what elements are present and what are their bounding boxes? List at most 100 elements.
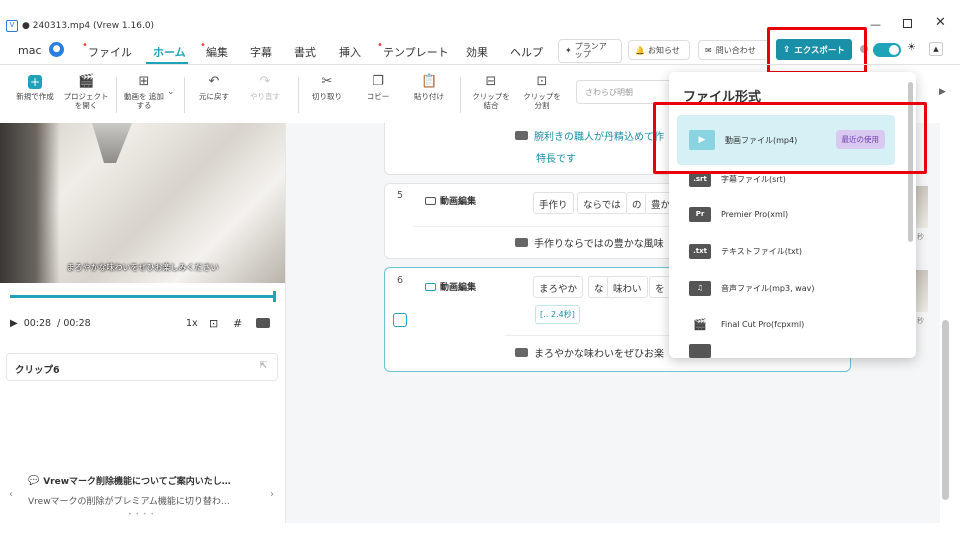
tab-subtitles[interactable]: 字幕: [250, 44, 272, 60]
close-icon[interactable]: ✕: [935, 15, 946, 30]
announcement-title: Vrewマーク削除機能についてご案内いたし…: [43, 477, 231, 487]
split-clip-button[interactable]: ⊡ クリップを 分割: [519, 74, 565, 111]
export-txt-item[interactable]: .txt テキストファイル(txt): [677, 236, 895, 266]
music-note-icon: ♫: [689, 280, 711, 296]
subtitle-line[interactable]: 腕利きの職人が丹精込めて作: [515, 128, 664, 143]
clip-select-checkbox[interactable]: [393, 313, 407, 327]
word-chip[interactable]: ならでは: [577, 192, 627, 214]
clip-panel-title: クリップ6: [15, 365, 60, 376]
txt-file-icon: .txt: [689, 243, 711, 259]
app-logo-icon: V: [6, 20, 18, 32]
undo-icon: ↶: [208, 74, 220, 89]
upgrade-icon: ✦: [565, 46, 572, 55]
progress-handle[interactable]: [273, 291, 276, 302]
redo-icon: ↷: [259, 74, 271, 89]
toolbar-next-icon[interactable]: ▶: [939, 87, 946, 97]
thumbnail-time: 秒: [917, 317, 924, 325]
word-chip[interactable]: を: [649, 276, 671, 298]
split-icon: ⊡: [536, 74, 548, 89]
external-link-icon[interactable]: ⇱: [259, 361, 267, 371]
copy-icon: ❐: [372, 74, 384, 89]
play-icon[interactable]: ▶: [10, 318, 18, 329]
maximize-icon[interactable]: [903, 19, 912, 28]
clapper-icon: 🎬: [689, 316, 711, 332]
announcement-body: Vrewマークの削除がプレミアム機能に切り替わ…: [28, 497, 230, 507]
clip-panel[interactable]: クリップ6 ⇱: [6, 353, 278, 381]
tab-effects[interactable]: 効果: [466, 44, 488, 60]
tab-file[interactable]: • ファイル: [82, 40, 132, 60]
video-preview[interactable]: まろやかな味わいをぜひお楽しみください: [0, 123, 285, 283]
chevron-down-icon[interactable]: ⌄: [167, 87, 175, 97]
add-video-icon: ⊞: [138, 74, 150, 89]
minimize-icon[interactable]: —: [870, 18, 881, 31]
clapper-icon: 🎬: [78, 74, 95, 89]
subtitle-line[interactable]: 手作りならではの豊かな風味: [515, 235, 664, 250]
font-search-input[interactable]: さわらび明朝: [576, 80, 676, 104]
unsaved-dot-icon: •: [200, 40, 206, 51]
caption-icon[interactable]: [256, 318, 270, 328]
tab-template[interactable]: • テンプレート: [377, 40, 449, 60]
pause-chip[interactable]: [‥ 2.4秒]: [535, 305, 580, 324]
subtitle-line[interactable]: まろやかな味わいをぜひお楽: [515, 345, 664, 360]
clip-number: 6: [397, 275, 404, 286]
announcement[interactable]: 💬 Vrewマーク削除機能についてご案内いたし… Vrewマークの削除がプレミアム…: [28, 474, 268, 508]
open-project-button[interactable]: 🎬 プロジェクト を開く: [62, 74, 110, 111]
unsaved-dot-icon: •: [82, 40, 88, 51]
plan-upgrade-button[interactable]: ✦ プランア ップ: [558, 39, 622, 63]
tab-home[interactable]: ホーム: [153, 44, 186, 60]
undo-button[interactable]: ↶ 元に戻す: [193, 74, 235, 102]
chat-bubble-icon: 💬: [28, 475, 40, 486]
grid-icon[interactable]: #: [233, 317, 242, 330]
tab-insert[interactable]: 挿入: [339, 44, 361, 60]
word-chip[interactable]: 手作り: [533, 192, 574, 214]
paste-button[interactable]: 📋 貼り付け: [408, 74, 450, 102]
export-premiere-item[interactable]: Pr Premier Pro(xml): [677, 199, 895, 229]
preview-subtitle: まろやかな味わいをぜひお楽しみください: [66, 263, 219, 272]
copy-button[interactable]: ❐ コピー: [357, 74, 399, 102]
word-chip[interactable]: 味わい: [607, 276, 648, 298]
cut-button[interactable]: ✂ 切り取り: [306, 75, 348, 102]
announce-next-icon[interactable]: ›: [270, 489, 274, 500]
subtitle-icon: [515, 131, 528, 140]
user-avatar-icon[interactable]: ●: [49, 42, 64, 57]
export-fcp-item[interactable]: 🎬 Final Cut Pro(fcpxml): [677, 309, 895, 339]
clip-label: 動画編集: [425, 194, 476, 207]
announce-prev-icon[interactable]: ‹: [9, 489, 13, 500]
contact-button[interactable]: ✉ 問い合わせ: [698, 40, 770, 60]
highlight-box-mp4: [653, 102, 927, 174]
collapse-ribbon-icon[interactable]: ▲: [929, 42, 943, 56]
redo-button[interactable]: ↷ やり直す: [244, 74, 286, 102]
premiere-icon: Pr: [689, 206, 711, 222]
bottom-margin: [0, 523, 960, 540]
sun-icon: ☀: [907, 42, 916, 53]
editor-scrollbar[interactable]: [942, 320, 949, 500]
clipboard-icon: 📋: [421, 74, 438, 89]
add-video-button[interactable]: ⊞ 動画を 追加する: [122, 74, 166, 111]
merge-icon: ⊟: [485, 74, 497, 89]
file-icon: [689, 344, 711, 358]
notice-button[interactable]: 🔔 お知らせ: [628, 40, 690, 60]
playback-speed[interactable]: 1x: [186, 318, 198, 329]
merge-clip-button[interactable]: ⊟ クリップを 結合: [468, 74, 514, 111]
video-clip-icon: [425, 196, 436, 205]
playback-controls: ▶ 00:28 / 00:28 1x ⊡ #: [10, 315, 275, 331]
dark-mode-toggle[interactable]: [873, 43, 901, 57]
tab-help[interactable]: ヘルプ: [510, 44, 543, 60]
new-project-button[interactable]: + 新規で作成: [12, 75, 58, 101]
tab-edit[interactable]: • 編集: [200, 40, 228, 60]
playback-progress[interactable]: [10, 291, 276, 302]
unsaved-dot-icon: •: [377, 40, 383, 51]
announce-pager-dots: • • • •: [128, 511, 155, 518]
subtitle-icon: [515, 238, 528, 247]
video-clip-icon: [425, 282, 436, 291]
time-current: 00:28: [23, 317, 52, 329]
export-more-item[interactable]: [677, 344, 895, 358]
subtitle-icon: [515, 348, 528, 357]
clip-card-previous: 腕利きの職人が丹精込めて作 特長です: [384, 123, 684, 175]
screenshot-icon[interactable]: ⊡: [209, 317, 218, 330]
clip-card-5[interactable]: 5 動画編集 手作り ならでは の 豊か 手作りならではの豊かな風味: [384, 183, 685, 259]
word-chip[interactable]: まろやか: [533, 276, 584, 298]
mail-icon: ✉: [705, 45, 712, 55]
export-audio-item[interactable]: ♫ 音声ファイル(mp3, wav): [677, 273, 895, 303]
tab-format[interactable]: 書式: [294, 44, 316, 60]
